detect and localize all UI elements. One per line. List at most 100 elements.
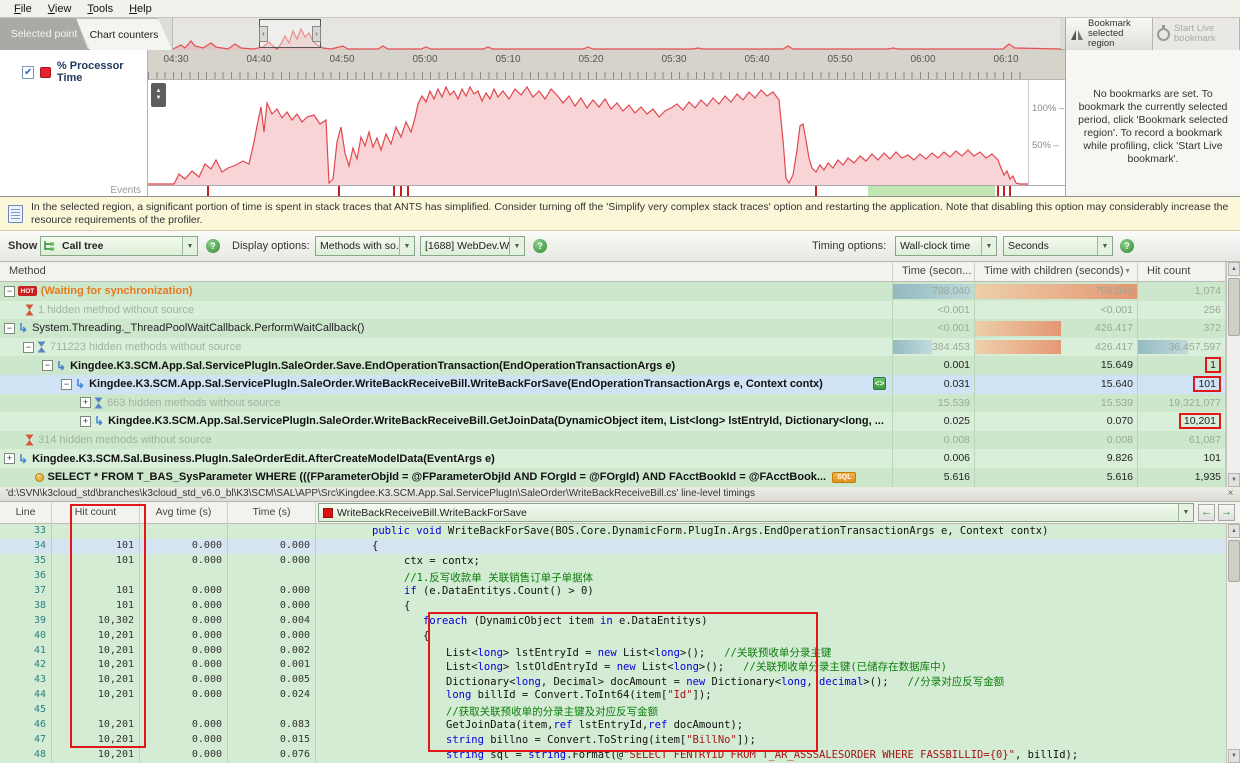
source-scroll-up-icon[interactable]: ▲ bbox=[1228, 524, 1240, 538]
call-tree-row[interactable]: +663 hidden methods without source15.539… bbox=[0, 394, 1226, 413]
time-tick-label: 04:40 bbox=[246, 54, 271, 65]
tab-selected-point[interactable]: Selected point bbox=[0, 18, 88, 50]
previous-method-icon[interactable]: ← bbox=[1198, 504, 1215, 521]
timing-unit-arrow-icon[interactable]: ▼ bbox=[1097, 237, 1112, 255]
tab-chart-counters[interactable]: Chart counters bbox=[76, 18, 172, 50]
line-number: 45 bbox=[0, 703, 52, 718]
method-selector-arrow-icon[interactable]: ▼ bbox=[1178, 504, 1193, 521]
call-tree-scrollbar[interactable]: ▲ ▼ bbox=[1226, 262, 1240, 487]
code-line[interactable]: 341010.0000.000{ bbox=[0, 539, 1226, 554]
display-methods-dropdown[interactable]: Methods with so... ▼ bbox=[315, 236, 415, 256]
code-line[interactable]: 33public void WriteBackForSave(BOS.Core.… bbox=[0, 524, 1226, 539]
column-header-method[interactable]: Method bbox=[0, 262, 893, 281]
column-header-time-with-children[interactable]: Time with children (seconds)▼ bbox=[975, 262, 1138, 281]
method-selector-value: WriteBackReceiveBill.WriteBackForSave bbox=[333, 507, 1178, 519]
sort-descending-icon: ▼ bbox=[1124, 265, 1131, 275]
call-tree-row[interactable]: −HOT(Waiting for synchronization)798.040… bbox=[0, 282, 1226, 301]
cpu-chart-plot[interactable]: ▲▼ bbox=[148, 80, 1028, 185]
value-bar bbox=[893, 340, 932, 355]
line-number: 48 bbox=[0, 748, 52, 763]
collapse-icon[interactable]: − bbox=[4, 286, 15, 297]
show-dropdown[interactable]: Call tree ▼ bbox=[40, 236, 198, 256]
code-text: //获取关联预收单的分录主键及对应反写金额 bbox=[316, 703, 1226, 718]
source-scrollbar[interactable]: ▲ ▼ bbox=[1226, 524, 1240, 763]
expand-icon[interactable]: + bbox=[80, 416, 91, 427]
code-line[interactable]: 371010.0000.000if (e.DataEntitys.Count()… bbox=[0, 584, 1226, 599]
call-tree-row[interactable]: +↳Kingdee.K3.SCM.App.Sal.ServicePlugIn.S… bbox=[0, 412, 1226, 431]
menu-help[interactable]: Help bbox=[121, 2, 160, 16]
next-method-icon[interactable]: → bbox=[1218, 504, 1235, 521]
collapse-icon[interactable]: − bbox=[4, 323, 15, 334]
collapse-icon[interactable]: − bbox=[42, 360, 53, 371]
menu-tools[interactable]: Tools bbox=[79, 2, 121, 16]
menu-view[interactable]: View bbox=[40, 2, 80, 16]
annotation-box-hit-value: 101 bbox=[1193, 376, 1221, 392]
expand-icon[interactable]: + bbox=[80, 397, 91, 408]
code-line[interactable]: 4610,2010.0000.083GetJoinData(item,ref l… bbox=[0, 718, 1226, 733]
source-column-header-time-s-[interactable]: Time (s) bbox=[228, 502, 316, 524]
column-header-time[interactable]: Time (secon... bbox=[893, 262, 975, 281]
line-hit-count: 10,201 bbox=[52, 748, 140, 763]
code-text: public void WriteBackForSave(BOS.Core.Dy… bbox=[316, 524, 1226, 539]
code-line[interactable]: 36//1.反写收款单 关联销售订单子单据体 bbox=[0, 569, 1226, 584]
expand-icon[interactable]: + bbox=[4, 453, 15, 464]
show-dropdown-arrow-icon[interactable]: ▼ bbox=[182, 237, 197, 255]
help-icon-2[interactable]: ? bbox=[533, 239, 547, 253]
timing-unit-dropdown[interactable]: Seconds ▼ bbox=[1003, 236, 1113, 256]
hit-count-cell: 1,074 bbox=[1138, 282, 1226, 301]
code-line[interactable]: 4810,2010.0000.076string sql = string.Fo… bbox=[0, 748, 1226, 763]
code-line[interactable]: 4710,2010.0000.015string billno = Conver… bbox=[0, 733, 1226, 748]
bookmark-selected-region-button[interactable]: Bookmark selected region bbox=[1066, 18, 1153, 50]
timing-mode-dropdown[interactable]: Wall-clock time ▼ bbox=[895, 236, 997, 256]
timing-mode-arrow-icon[interactable]: ▼ bbox=[981, 237, 996, 255]
line-avg-time: 0.000 bbox=[140, 554, 228, 569]
scroll-down-icon[interactable]: ▼ bbox=[1228, 473, 1240, 487]
display-process-dropdown[interactable]: [1688] WebDev.W... ▼ bbox=[420, 236, 525, 256]
hit-count-cell: 101 bbox=[1138, 375, 1226, 394]
timeline-overview[interactable]: ‹ › bbox=[172, 18, 1060, 50]
line-time bbox=[228, 524, 316, 539]
code-line[interactable]: 4310,2010.0000.005Dictionary<long, Decim… bbox=[0, 673, 1226, 688]
collapse-icon[interactable]: − bbox=[23, 342, 34, 353]
source-scroll-thumb[interactable] bbox=[1228, 540, 1240, 582]
selection-left-handle[interactable]: ‹ bbox=[259, 26, 268, 42]
timeline-chart[interactable]: 04:3004:4004:5005:0005:1005:2005:3005:40… bbox=[148, 50, 1065, 197]
source-column-header-hit-count[interactable]: Hit count bbox=[52, 502, 140, 524]
call-tree-row[interactable]: −711223 hidden methods without source384… bbox=[0, 338, 1226, 357]
code-line[interactable]: 45 //获取关联预收单的分录主键及对应反写金额 bbox=[0, 703, 1226, 718]
code-line[interactable]: 4410,2010.0000.024long billId = Convert.… bbox=[0, 688, 1226, 703]
code-line[interactable]: 351010.0000.000ctx = contx; bbox=[0, 554, 1226, 569]
call-tree-row[interactable]: 1 hidden method without source<0.001<0.0… bbox=[0, 301, 1226, 320]
code-line[interactable]: 4010,2010.0000.000{ bbox=[0, 629, 1226, 644]
overview-selection-window[interactable]: ‹ › bbox=[259, 19, 321, 48]
call-tree-scroll-thumb[interactable] bbox=[1228, 278, 1240, 336]
processor-time-checkbox[interactable]: ✔ bbox=[22, 66, 34, 79]
call-tree-row[interactable]: SELECT * FROM T_BAS_SysParameter WHERE (… bbox=[0, 468, 1226, 487]
source-scroll-down-icon[interactable]: ▼ bbox=[1228, 749, 1240, 763]
line-time: 0.005 bbox=[228, 673, 316, 688]
code-line[interactable]: 4110,2010.0000.002List<long> lstEntryId … bbox=[0, 644, 1226, 659]
selection-right-handle[interactable]: › bbox=[312, 26, 321, 42]
collapse-icon[interactable]: − bbox=[61, 379, 72, 390]
code-line[interactable]: 381010.0000.000{ bbox=[0, 599, 1226, 614]
code-line[interactable]: 4210,2010.0000.001List<long> lstOldEntry… bbox=[0, 658, 1226, 673]
display-methods-arrow-icon[interactable]: ▼ bbox=[399, 237, 414, 255]
call-tree-row[interactable]: −↳System.Threading._ThreadPoolWaitCallba… bbox=[0, 319, 1226, 338]
call-tree-row[interactable]: 314 hidden methods without source0.0080.… bbox=[0, 431, 1226, 450]
help-icon-3[interactable]: ? bbox=[1120, 239, 1134, 253]
close-icon[interactable]: × bbox=[1224, 488, 1237, 500]
source-column-header-avg-time-s-[interactable]: Avg time (s) bbox=[140, 502, 228, 524]
help-icon[interactable]: ? bbox=[206, 239, 220, 253]
line-number: 37 bbox=[0, 584, 52, 599]
code-line[interactable]: 3910,3020.0000.004foreach (DynamicObject… bbox=[0, 614, 1226, 629]
method-selector-dropdown[interactable]: WriteBackReceiveBill.WriteBackForSave ▼ bbox=[318, 503, 1194, 522]
call-tree-row[interactable]: +↳Kingdee.K3.SCM.Sal.Business.PlugIn.Sal… bbox=[0, 449, 1226, 468]
display-process-arrow-icon[interactable]: ▼ bbox=[509, 237, 524, 255]
menu-file[interactable]: File bbox=[6, 2, 40, 16]
vertical-zoom-control[interactable]: ▲▼ bbox=[151, 83, 166, 107]
call-tree-row[interactable]: −↳Kingdee.K3.SCM.App.Sal.ServicePlugIn.S… bbox=[0, 356, 1226, 375]
column-header-hit-count[interactable]: Hit count bbox=[1138, 262, 1226, 281]
call-tree-row[interactable]: −↳Kingdee.K3.SCM.App.Sal.ServicePlugIn.S… bbox=[0, 375, 1226, 394]
source-column-header-line[interactable]: Line bbox=[0, 502, 52, 524]
scroll-up-icon[interactable]: ▲ bbox=[1228, 262, 1240, 276]
